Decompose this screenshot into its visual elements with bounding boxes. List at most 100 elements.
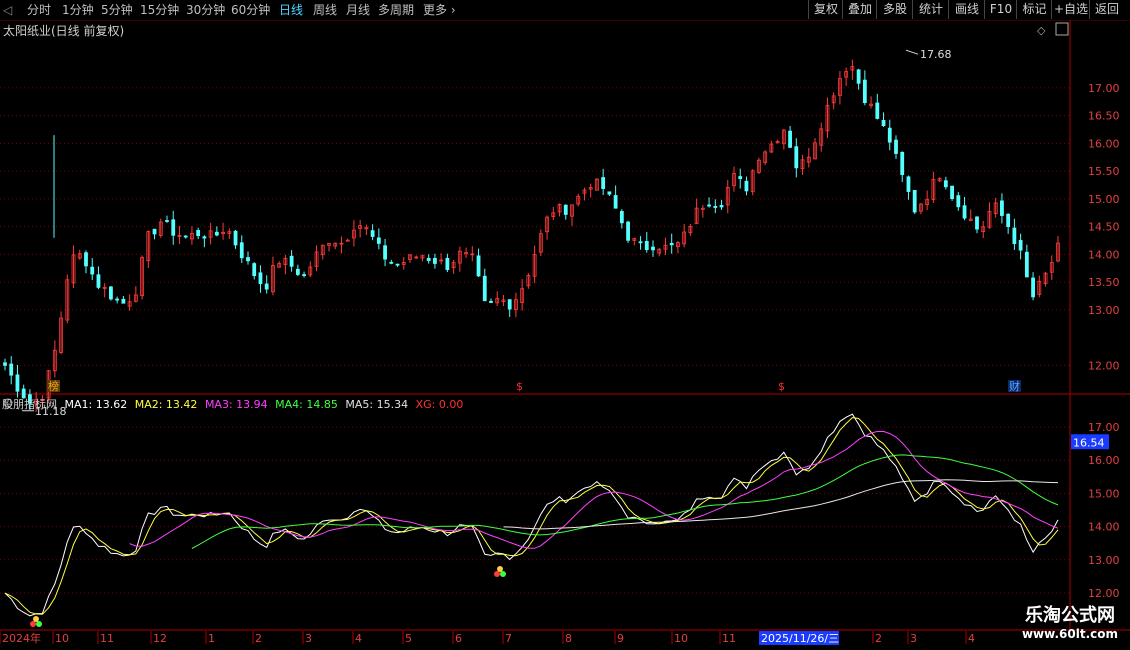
ma5-value: MA5: 15.34 — [345, 398, 409, 411]
price-tick-6: 14.00 — [1088, 248, 1120, 261]
candle-body — [476, 255, 481, 277]
candle-body — [738, 176, 743, 180]
candle-body — [1012, 227, 1017, 244]
candle-body — [383, 245, 387, 260]
candle-body — [84, 252, 88, 267]
candle-body — [482, 275, 487, 302]
date-label-3: 12 — [153, 632, 167, 645]
signal-dot-red — [494, 571, 500, 577]
candle-body — [15, 374, 20, 392]
candle-body — [196, 229, 201, 237]
candle-body — [171, 219, 176, 236]
price-tick-7: 13.50 — [1088, 276, 1120, 289]
candle-body — [644, 241, 649, 251]
ma-line-3 — [129, 430, 1059, 549]
date-label-4: 1 — [208, 632, 215, 645]
candle-body — [90, 266, 95, 275]
ind-tick-0: 17.00 — [1088, 421, 1120, 434]
price-tick-1: 16.50 — [1088, 110, 1120, 123]
date-label-11: 8 — [565, 632, 572, 645]
candle-body — [433, 257, 437, 264]
price-tick-0: 17.00 — [1088, 82, 1120, 95]
candle-body — [900, 151, 905, 176]
candle-body — [426, 257, 431, 261]
ind-tick-3: 14.00 — [1088, 521, 1120, 534]
date-label-17: 4 — [968, 632, 975, 645]
date-label-6: 3 — [305, 632, 312, 645]
price-tick-9: 12.00 — [1088, 359, 1120, 372]
candle-body — [376, 237, 381, 244]
candle-body — [1006, 213, 1011, 227]
event-marker-0: 榜 — [48, 379, 59, 393]
candle-body — [906, 176, 911, 192]
indicator-name: 股朋指标网 — [2, 398, 57, 411]
candle-body — [744, 180, 749, 192]
candle-body — [389, 261, 394, 264]
watermark-url: www.60lt.com — [1021, 627, 1118, 641]
price-tick-3: 15.50 — [1088, 165, 1120, 178]
candle-body — [258, 272, 263, 285]
candle-body — [202, 236, 207, 239]
ma-line-1 — [4, 413, 1059, 617]
panel-toggle-icon — [1055, 22, 1069, 36]
watermark: 乐淘公式网 www.60lt.com — [1022, 605, 1118, 643]
candle-body — [302, 274, 306, 276]
signal-dot-yellow — [497, 566, 503, 572]
candle-body — [96, 274, 101, 288]
candle-body — [881, 119, 886, 127]
candle-body — [165, 220, 169, 222]
candle-body — [214, 231, 219, 236]
current-value: 16.54 — [1073, 436, 1105, 449]
xg-value: XG: 0.00 — [415, 398, 464, 411]
candle-body — [788, 130, 792, 148]
candle-body — [9, 363, 14, 376]
event-marker-3: 财 — [1009, 379, 1020, 393]
date-label-15: 2 — [875, 632, 882, 645]
candle-body — [607, 191, 612, 195]
candle-body — [109, 286, 113, 300]
candle-body — [601, 177, 606, 189]
ind-tick-4: 13.00 — [1088, 554, 1120, 567]
candle-body — [239, 242, 244, 259]
candle-body — [912, 189, 917, 213]
price-tick-2: 16.00 — [1088, 137, 1120, 150]
candle-body — [956, 195, 961, 208]
event-marker-1: $ — [516, 380, 523, 393]
candle-body — [619, 211, 624, 224]
ma3-value: MA3: 13.94 — [204, 398, 268, 411]
ind-tick-2: 15.00 — [1088, 487, 1120, 500]
ma-line-2 — [4, 417, 1059, 615]
high-marker: 17.68 — [920, 48, 952, 61]
candle-body — [887, 127, 892, 143]
candle-body — [183, 235, 188, 238]
candle-body — [962, 205, 967, 219]
date-label-13: 10 — [674, 632, 688, 645]
date-label-1: 10 — [55, 632, 69, 645]
candle-body — [489, 300, 493, 303]
candle-body — [252, 263, 257, 277]
date-label-5: 2 — [255, 632, 262, 645]
date-label-9: 6 — [455, 632, 462, 645]
high-marker-line — [905, 49, 919, 55]
candle-body — [246, 257, 250, 262]
watermark-logo: 乐淘公式网 — [1024, 604, 1115, 626]
signal-dot-green — [500, 571, 506, 577]
date-label-8: 5 — [405, 632, 412, 645]
candlestick-chart[interactable]: 17.00 16.50 16.00 15.50 15.00 14.50 14.00 13.50… — [0, 0, 1130, 650]
candle-body — [975, 216, 979, 230]
candle-body — [651, 246, 655, 251]
date-label-14: 11 — [722, 632, 736, 645]
ind-tick-5: 12.00 — [1088, 587, 1120, 600]
candle-body — [1000, 200, 1004, 216]
candle-body — [943, 180, 948, 188]
event-marker-2: $ — [778, 380, 785, 393]
candle-body — [370, 230, 375, 237]
candle-body — [1024, 251, 1029, 278]
candle-body — [1018, 240, 1023, 251]
candle-body — [395, 263, 400, 266]
price-tick-4: 15.00 — [1088, 193, 1120, 206]
date-label-0: 2024年 — [2, 631, 41, 645]
candle-body — [875, 102, 880, 119]
candle-body — [1031, 277, 1035, 298]
ma4-value: MA4: 14.85 — [275, 398, 338, 411]
